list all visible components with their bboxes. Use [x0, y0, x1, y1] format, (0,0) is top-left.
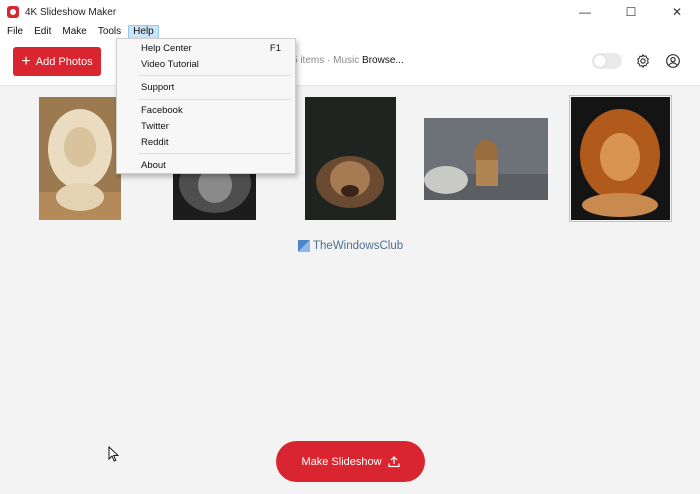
maximize-button[interactable]: ☐	[608, 0, 654, 24]
gear-icon[interactable]	[634, 52, 652, 70]
menu-item-label: Video Tutorial	[141, 59, 199, 70]
upload-icon	[387, 455, 400, 467]
app-logo-icon	[7, 6, 19, 18]
menu-item-label: Help Center	[141, 43, 192, 54]
lion-image	[424, 118, 548, 200]
photo-thumbnail[interactable]	[305, 97, 396, 220]
menu-bar: File Edit Make Tools Help	[0, 24, 700, 40]
watermark: TheWindowsClub	[298, 240, 403, 252]
menu-item-label: Facebook	[141, 105, 183, 116]
menu-edit[interactable]: Edit	[30, 25, 55, 39]
menu-item-reddit[interactable]: Reddit	[117, 135, 295, 150]
help-menu-dropdown: Help Center F1 Video Tutorial Support Fa…	[116, 38, 296, 174]
menu-separator	[139, 153, 291, 154]
photo-thumbnail-selected[interactable]	[569, 95, 672, 222]
menu-item-label: Twitter	[141, 121, 169, 132]
window-title: 4K Slideshow Maker	[25, 6, 117, 18]
lion-image	[39, 97, 121, 220]
close-button[interactable]: ✕	[654, 0, 700, 24]
photo-thumbnail[interactable]	[39, 97, 121, 220]
music-label: · Music	[327, 55, 360, 66]
toggle-switch[interactable]	[592, 53, 622, 69]
menu-item-help-center[interactable]: Help Center F1	[117, 41, 295, 56]
photo-thumbnail[interactable]	[424, 118, 548, 200]
watermark-logo-icon	[298, 240, 310, 252]
title-bar: 4K Slideshow Maker — ☐ ✕	[0, 0, 700, 24]
menu-tools[interactable]: Tools	[94, 25, 125, 39]
items-count: 5 items	[292, 55, 325, 66]
items-info: 5 items · Music Browse...	[292, 55, 404, 66]
lion-image	[571, 97, 670, 220]
make-slideshow-label: Make Slideshow	[301, 455, 382, 468]
menu-item-twitter[interactable]: Twitter	[117, 119, 295, 134]
menu-item-label: Support	[141, 82, 175, 93]
toolbar: + Add Photos 5 items · Music Browse...	[0, 40, 700, 86]
watermark-text: TheWindowsClub	[313, 240, 404, 252]
menu-separator	[139, 99, 291, 100]
minimize-button[interactable]: —	[562, 0, 608, 24]
toggle-knob	[594, 55, 606, 67]
lion-image	[305, 97, 396, 220]
menu-item-label: Reddit	[141, 137, 169, 148]
menu-separator	[139, 75, 291, 76]
menu-item-facebook[interactable]: Facebook	[117, 103, 295, 118]
menu-item-about[interactable]: About	[117, 158, 295, 173]
shortcut-label: F1	[269, 43, 281, 54]
menu-help[interactable]: Help	[128, 25, 159, 39]
menu-file[interactable]: File	[3, 25, 27, 39]
plus-icon: +	[21, 52, 31, 70]
mouse-cursor-icon	[108, 446, 119, 462]
music-browse-link[interactable]: Browse...	[362, 55, 404, 66]
add-photos-button[interactable]: + Add Photos	[13, 47, 101, 76]
menu-item-support[interactable]: Support	[117, 80, 295, 95]
menu-item-label: About	[141, 160, 166, 171]
account-icon[interactable]	[664, 52, 682, 70]
add-photos-label: Add Photos	[35, 55, 93, 68]
menu-item-video-tutorial[interactable]: Video Tutorial	[117, 57, 295, 72]
make-slideshow-button[interactable]: Make Slideshow	[276, 441, 425, 482]
window-controls: — ☐ ✕	[562, 0, 700, 24]
menu-make[interactable]: Make	[58, 25, 90, 39]
